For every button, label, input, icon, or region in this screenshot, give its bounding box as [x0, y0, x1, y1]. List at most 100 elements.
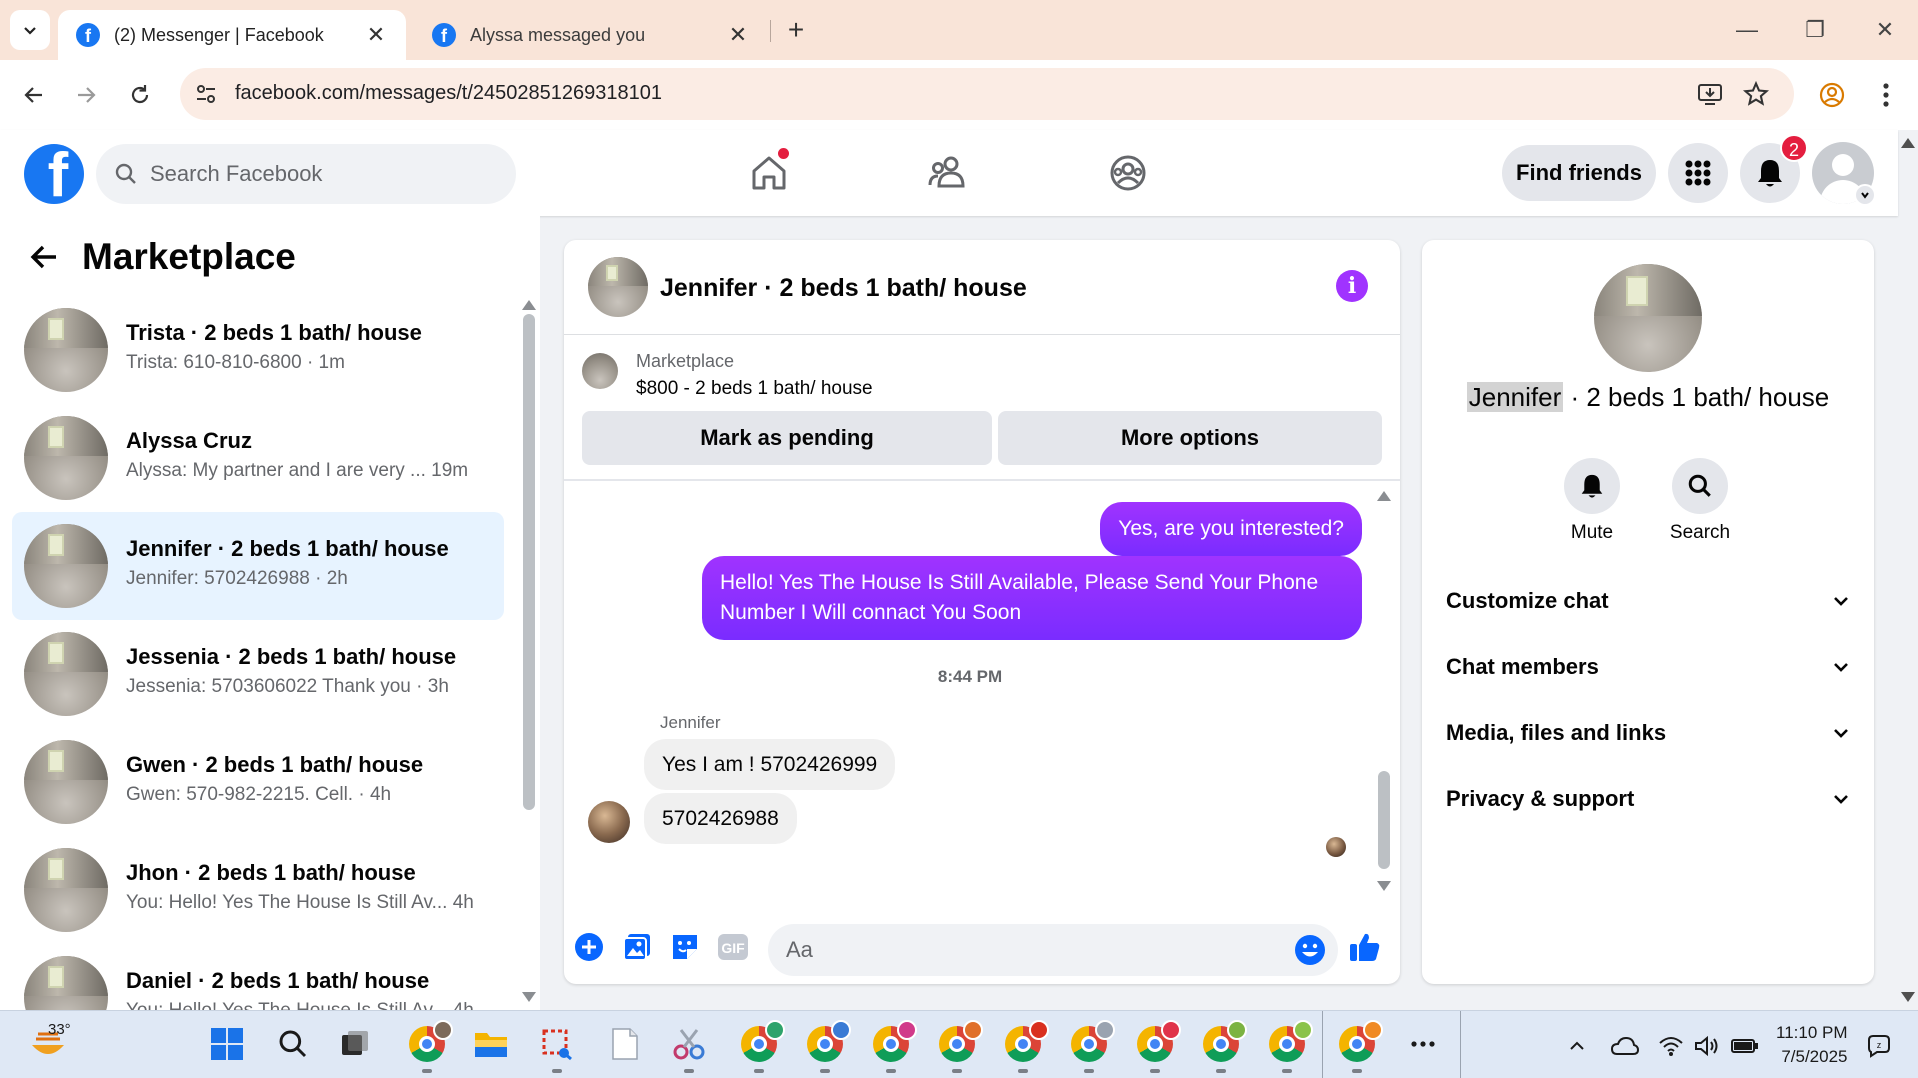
contact-avatar[interactable]: [1594, 264, 1702, 372]
taskbar-overflow-button[interactable]: [1400, 1021, 1446, 1067]
browser-menu-button[interactable]: [1866, 75, 1906, 115]
groups-nav-button[interactable]: [1103, 148, 1153, 198]
onedrive-tray-icon[interactable]: [1610, 1031, 1640, 1061]
close-window-button[interactable]: ✕: [1860, 10, 1910, 50]
show-hidden-icons-button[interactable]: [1562, 1031, 1592, 1061]
taskbar-chrome-profile[interactable]: [1198, 1020, 1247, 1067]
taskbar-chrome-profile[interactable]: [1066, 1020, 1115, 1067]
account-chevron-icon[interactable]: [1854, 184, 1876, 206]
search-action[interactable]: Search: [1660, 458, 1740, 544]
conversation-item[interactable]: Gwen · 2 beds 1 bath/ house Gwen: 570-98…: [12, 728, 504, 836]
gif-button[interactable]: GIF: [716, 930, 750, 964]
snipping-tool-app[interactable]: [534, 1021, 580, 1067]
notepad-app[interactable]: [602, 1021, 648, 1067]
reload-button[interactable]: [120, 75, 160, 115]
customize-chat-section[interactable]: Customize chat: [1446, 574, 1850, 628]
friends-nav-button[interactable]: [922, 148, 972, 198]
incoming-message[interactable]: Yes I am ! 5702426999: [644, 739, 896, 790]
more-actions-button[interactable]: [572, 930, 606, 964]
start-button[interactable]: [204, 1021, 250, 1067]
listing-title[interactable]: $800 - 2 beds 1 bath/ house: [636, 378, 873, 400]
paint-app[interactable]: [666, 1021, 712, 1067]
restore-window-button[interactable]: ❐: [1790, 10, 1840, 50]
message-input-box[interactable]: [768, 924, 1338, 976]
conversation-item[interactable]: Jhon · 2 beds 1 bath/ house You: Hello! …: [12, 836, 504, 944]
taskbar-chrome-profile[interactable]: [736, 1020, 785, 1067]
privacy-support-section[interactable]: Privacy & support: [1446, 772, 1850, 826]
site-info-icon[interactable]: [194, 82, 218, 106]
taskbar-chrome-profile[interactable]: [1132, 1020, 1181, 1067]
minimize-window-button[interactable]: —: [1722, 10, 1772, 50]
menu-button[interactable]: [1668, 143, 1728, 203]
browser-tab-alyssa[interactable]: f Alyssa messaged you ✕: [414, 10, 768, 60]
close-tab-icon[interactable]: ✕: [364, 22, 388, 48]
like-button[interactable]: [1348, 930, 1382, 964]
taskbar-chrome-profile[interactable]: [1000, 1020, 1049, 1067]
wifi-tray-icon[interactable]: [1656, 1031, 1686, 1061]
chat-title[interactable]: Jennifer · 2 beds 1 bath/ house: [660, 274, 1027, 303]
scroll-up-arrow[interactable]: [1377, 491, 1391, 501]
conversation-list-scrollbar[interactable]: [522, 300, 536, 810]
home-nav-button[interactable]: [744, 148, 794, 198]
facebook-search-box[interactable]: [96, 144, 516, 204]
close-tab-icon[interactable]: ✕: [726, 22, 750, 48]
volume-tray-icon[interactable]: [1692, 1031, 1722, 1061]
taskbar-chrome-profile[interactable]: [868, 1020, 917, 1067]
browser-tab-messenger[interactable]: f (2) Messenger | Facebook ✕: [58, 10, 406, 60]
taskbar-chrome-profile[interactable]: [802, 1020, 851, 1067]
back-button[interactable]: [14, 75, 54, 115]
file-explorer-app[interactable]: [468, 1021, 514, 1067]
attach-photo-button[interactable]: [620, 930, 654, 964]
conversation-item[interactable]: Daniel · 2 beds 1 bath/ house You: Hello…: [12, 944, 504, 1010]
tab-search-button[interactable]: [10, 10, 50, 50]
scroll-thumb[interactable]: [523, 314, 535, 810]
taskbar-chrome-profile[interactable]: [1334, 1020, 1383, 1067]
incoming-message[interactable]: 5702426988: [644, 793, 797, 844]
back-arrow-icon[interactable]: [28, 241, 60, 273]
emoji-icon[interactable]: [1294, 934, 1326, 966]
taskbar-chrome-profile[interactable]: [1264, 1020, 1313, 1067]
facebook-search-input[interactable]: [150, 144, 500, 204]
page-scroll-down-arrow[interactable]: [1901, 992, 1915, 1002]
taskbar-chrome-profile[interactable]: [934, 1020, 983, 1067]
sender-avatar[interactable]: [588, 801, 630, 843]
message-input[interactable]: [786, 924, 1266, 976]
scroll-down-arrow[interactable]: [1377, 881, 1391, 891]
notification-center-button[interactable]: z: [1864, 1031, 1894, 1061]
battery-tray-icon[interactable]: [1730, 1031, 1760, 1061]
mute-action[interactable]: Mute: [1552, 458, 1632, 544]
scroll-up-arrow[interactable]: [522, 300, 536, 310]
page-scroll-up-arrow[interactable]: [1901, 138, 1915, 148]
address-bar[interactable]: facebook.com/messages/t/2450285126931810…: [180, 68, 1794, 120]
more-options-button[interactable]: More options: [998, 411, 1382, 465]
conversation-item[interactable]: Jessenia · 2 beds 1 bath/ house Jessenia…: [12, 620, 504, 728]
media-files-links-section[interactable]: Media, files and links: [1446, 706, 1850, 760]
mute-button[interactable]: [1564, 458, 1620, 514]
conversation-item[interactable]: Trista · 2 beds 1 bath/ house Trista: 61…: [12, 296, 504, 404]
forward-button[interactable]: [66, 75, 106, 115]
outgoing-message[interactable]: Yes, are you interested?: [1100, 502, 1362, 556]
mark-as-pending-button[interactable]: Mark as pending: [582, 411, 992, 465]
taskbar-chrome-app[interactable]: [404, 1020, 453, 1067]
taskbar-search-button[interactable]: [270, 1021, 316, 1067]
bookmark-star-icon[interactable]: [1742, 80, 1770, 108]
system-clock[interactable]: 11:10 PM 7/5/2025: [1776, 1021, 1848, 1069]
find-friends-button[interactable]: Find friends: [1502, 145, 1656, 201]
chat-members-section[interactable]: Chat members: [1446, 640, 1850, 694]
scroll-thumb[interactable]: [1378, 771, 1390, 869]
profile-button[interactable]: [1812, 75, 1852, 115]
install-app-icon[interactable]: [1696, 80, 1724, 108]
facebook-logo[interactable]: f: [24, 144, 84, 204]
chat-avatar[interactable]: [588, 257, 648, 317]
sticker-button[interactable]: [668, 930, 702, 964]
search-in-conversation-button[interactable]: [1672, 458, 1728, 514]
conversation-item[interactable]: Alyssa Cruz Alyssa: My partner and I are…: [12, 404, 504, 512]
listing-thumbnail[interactable]: [582, 353, 618, 389]
scroll-down-arrow[interactable]: [522, 992, 536, 1002]
outgoing-message[interactable]: Hello! Yes The House Is Still Available,…: [702, 556, 1362, 640]
conversation-item-active[interactable]: Jennifer · 2 beds 1 bath/ house Jennifer…: [12, 512, 504, 620]
info-icon[interactable]: i: [1336, 270, 1368, 302]
new-tab-button[interactable]: +: [780, 14, 812, 46]
task-view-button[interactable]: [332, 1021, 378, 1067]
app-running-indicator: [552, 1069, 562, 1073]
